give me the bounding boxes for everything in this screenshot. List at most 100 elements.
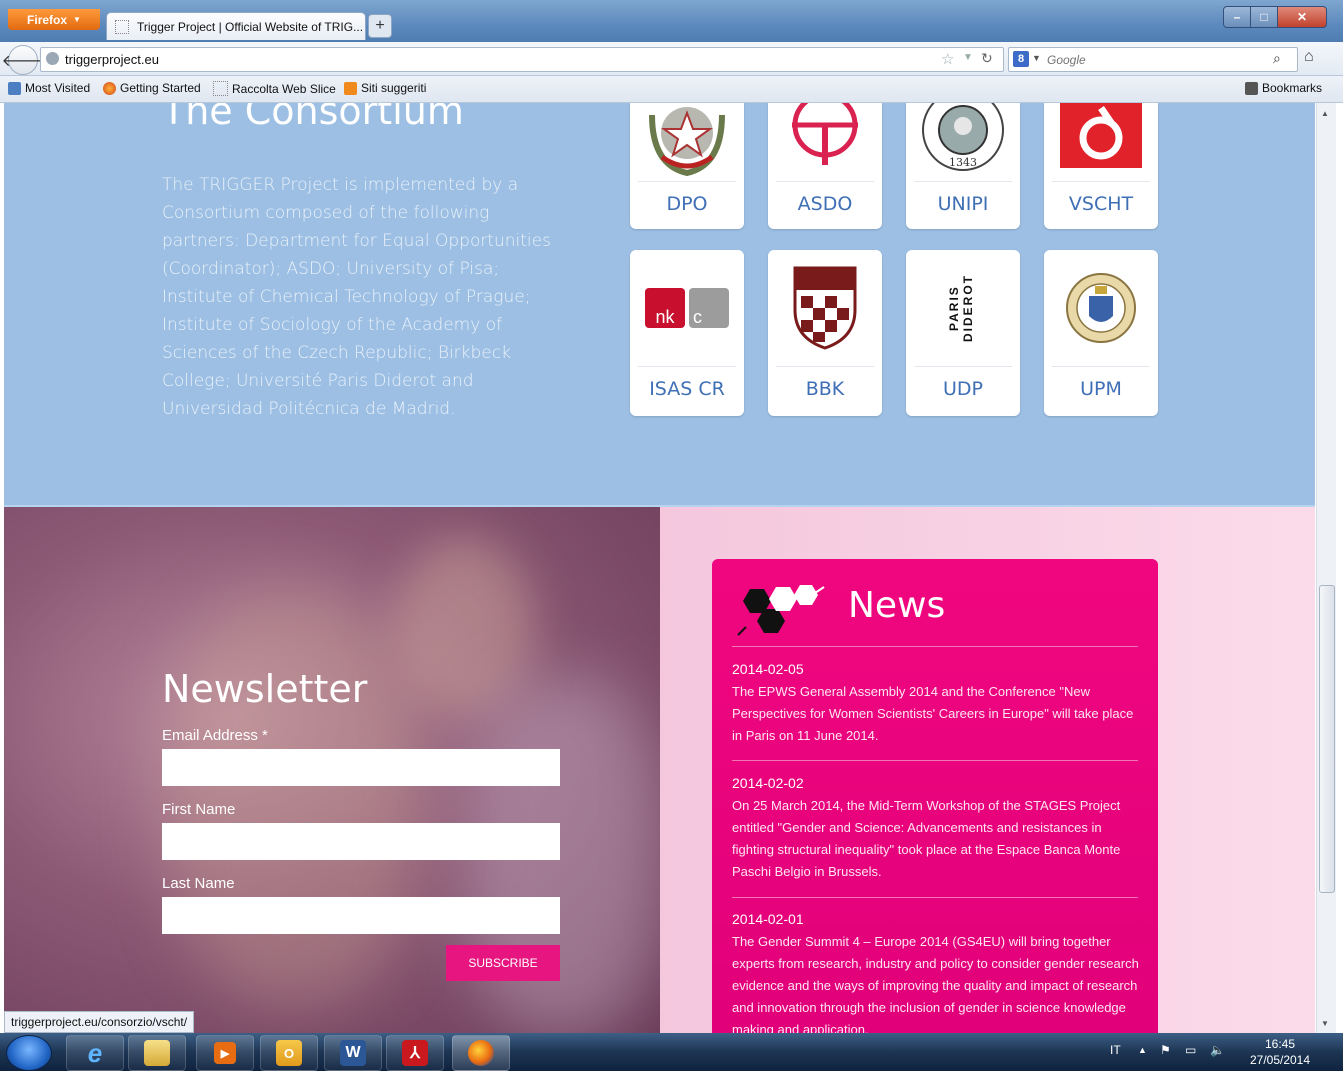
unipi-seal-icon: 1343: [906, 103, 1020, 181]
news-item-text[interactable]: On 25 March 2014, the Mid-Term Workshop …: [732, 795, 1142, 883]
subscribe-button[interactable]: SUBSCRIBE: [446, 945, 560, 981]
search-engine-icon[interactable]: 8: [1013, 51, 1029, 67]
acrobat-icon: ⅄: [402, 1040, 428, 1066]
plus-icon: +: [375, 17, 385, 34]
email-field[interactable]: [162, 749, 560, 786]
newsletter-title: Newsletter: [162, 667, 368, 711]
news-date: 2014-02-01: [732, 911, 804, 927]
bookmark-suggested-sites[interactable]: Siti suggeriti: [344, 81, 426, 95]
maximize-button[interactable]: □: [1250, 6, 1278, 28]
partner-card-udp[interactable]: PARIS DIDEROT UDP: [906, 250, 1020, 416]
scrollbar-thumb[interactable]: [1319, 585, 1335, 893]
minimize-button[interactable]: –: [1223, 6, 1251, 28]
bookmarks-star-icon: [1245, 81, 1258, 95]
dpo-emblem-icon: [630, 103, 744, 181]
upm-seal-icon: [1044, 250, 1158, 366]
taskbar-firefox[interactable]: [452, 1035, 510, 1071]
bookmark-web-slice[interactable]: Raccolta Web Slice: [213, 81, 336, 96]
history-dropdown-icon[interactable]: ▼: [963, 52, 973, 63]
bookmark-most-visited[interactable]: Most Visited: [8, 81, 90, 95]
bookmark-getting-started[interactable]: Getting Started: [103, 81, 201, 95]
tab-title: Trigger Project | Official Website of TR…: [137, 19, 364, 34]
search-icon[interactable]: ⌕: [1273, 50, 1281, 67]
asdo-logo-icon: [768, 103, 882, 181]
isas-logo-right: c: [689, 288, 729, 328]
bookmark-label: Siti suggeriti: [361, 81, 427, 95]
partner-card-asdo[interactable]: ASDO: [768, 103, 882, 229]
card-divider: [1052, 181, 1150, 182]
background-photo: [164, 587, 424, 1007]
web-slice-icon: [213, 81, 228, 96]
outlook-icon: O: [276, 1040, 302, 1066]
reload-icon[interactable]: ↻: [981, 50, 993, 67]
card-divider: [776, 366, 874, 367]
scroll-down-icon[interactable]: ▼: [1321, 1019, 1329, 1028]
clock-date: 27/05/2014: [1249, 1053, 1311, 1067]
firefox-icon: [103, 81, 116, 95]
back-button[interactable]: 🡐: [2, 45, 44, 75]
news-title: News: [848, 585, 946, 626]
newsletter-section: Newsletter Email Address * First Name La…: [4, 507, 660, 1033]
network-icon[interactable]: ▭: [1185, 1043, 1196, 1057]
taskbar-media-player[interactable]: ▶: [196, 1035, 254, 1071]
taskbar-outlook[interactable]: O: [260, 1035, 318, 1071]
show-hidden-icons-icon[interactable]: ▲: [1138, 1045, 1147, 1055]
folder-icon: [144, 1040, 170, 1066]
scroll-up-icon[interactable]: ▲: [1321, 109, 1329, 118]
bbk-crest-icon: [768, 250, 882, 366]
firefox-menu-label: Firefox: [27, 12, 68, 27]
news-section: News 2014-02-05 The EPWS General Assembl…: [660, 507, 1315, 1033]
first-name-field[interactable]: [162, 823, 560, 860]
bookmarks-menu-button[interactable]: Bookmarks: [1245, 81, 1322, 95]
partner-card-vscht[interactable]: VSCHT: [1044, 103, 1158, 229]
action-center-flag-icon[interactable]: ⚑: [1160, 1043, 1171, 1057]
window-titlebar: Firefox ▼ Trigger Project | Official Web…: [0, 0, 1343, 42]
partner-card-unipi[interactable]: 1343 UNIPI: [906, 103, 1020, 229]
firefox-menu-button[interactable]: Firefox ▼: [8, 9, 100, 30]
partner-card-dpo[interactable]: DPO: [630, 103, 744, 229]
arrow-left-icon: 🡐: [1, 52, 45, 70]
browser-tab-active[interactable]: Trigger Project | Official Website of TR…: [106, 12, 366, 40]
page-favicon-icon: [115, 19, 129, 34]
card-divider: [914, 366, 1012, 367]
internet-explorer-icon: e: [87, 1037, 103, 1068]
partner-card-bbk[interactable]: BBK: [768, 250, 882, 416]
news-date: 2014-02-05: [732, 661, 804, 677]
partner-label: UNIPI: [937, 193, 989, 215]
system-clock[interactable]: 16:45 27/05/2014: [1240, 1036, 1320, 1068]
taskbar-internet-explorer[interactable]: e: [66, 1035, 124, 1071]
taskbar-file-explorer[interactable]: [128, 1035, 186, 1071]
url-input[interactable]: [63, 49, 927, 70]
first-name-label: First Name: [162, 801, 236, 818]
partner-label: UDP: [943, 378, 983, 400]
last-name-field[interactable]: [162, 897, 560, 934]
address-bar[interactable]: ☆ ▼ ↻: [40, 47, 1004, 72]
language-indicator[interactable]: IT: [1110, 1043, 1121, 1057]
taskbar-word[interactable]: W: [324, 1035, 382, 1071]
search-engine-dropdown-icon[interactable]: ▼: [1032, 53, 1041, 63]
partner-card-isas[interactable]: nk c ISAS CR: [630, 250, 744, 416]
start-button[interactable]: [6, 1035, 52, 1071]
news-item-text[interactable]: The EPWS General Assembly 2014 and the C…: [732, 681, 1142, 747]
home-icon[interactable]: ⌂: [1304, 48, 1314, 66]
navigation-toolbar: 🡐 ☆ ▼ ↻ 8 ▼ ⌕ ⌂: [0, 42, 1343, 76]
taskbar-acrobat[interactable]: ⅄: [386, 1035, 444, 1071]
news-item-text[interactable]: The Gender Summit 4 – Europe 2014 (GS4EU…: [732, 931, 1142, 1033]
partner-card-upm[interactable]: UPM: [1044, 250, 1158, 416]
search-input[interactable]: [1045, 49, 1264, 70]
close-window-button[interactable]: ✕: [1277, 6, 1327, 28]
news-divider: [732, 646, 1138, 647]
bookmark-label: Raccolta Web Slice: [232, 81, 336, 96]
card-divider: [776, 181, 874, 182]
volume-icon[interactable]: 🔈: [1210, 1043, 1225, 1057]
firefox-icon: [468, 1040, 494, 1066]
bookmark-star-icon[interactable]: ☆: [941, 50, 954, 68]
vertical-scrollbar[interactable]: ▲ ▼: [1316, 103, 1336, 1033]
chevron-down-icon: ▼: [73, 15, 81, 24]
windows-taskbar: e ▶ O W ⅄ IT ▲ ⚑ ▭ 🔈 16:45 27/05/2014: [0, 1033, 1343, 1071]
last-name-label: Last Name: [162, 875, 235, 892]
card-divider: [1052, 366, 1150, 367]
search-bar[interactable]: 8 ▼ ⌕: [1008, 47, 1298, 72]
new-tab-button[interactable]: +: [368, 14, 392, 38]
news-date: 2014-02-02: [732, 775, 804, 791]
